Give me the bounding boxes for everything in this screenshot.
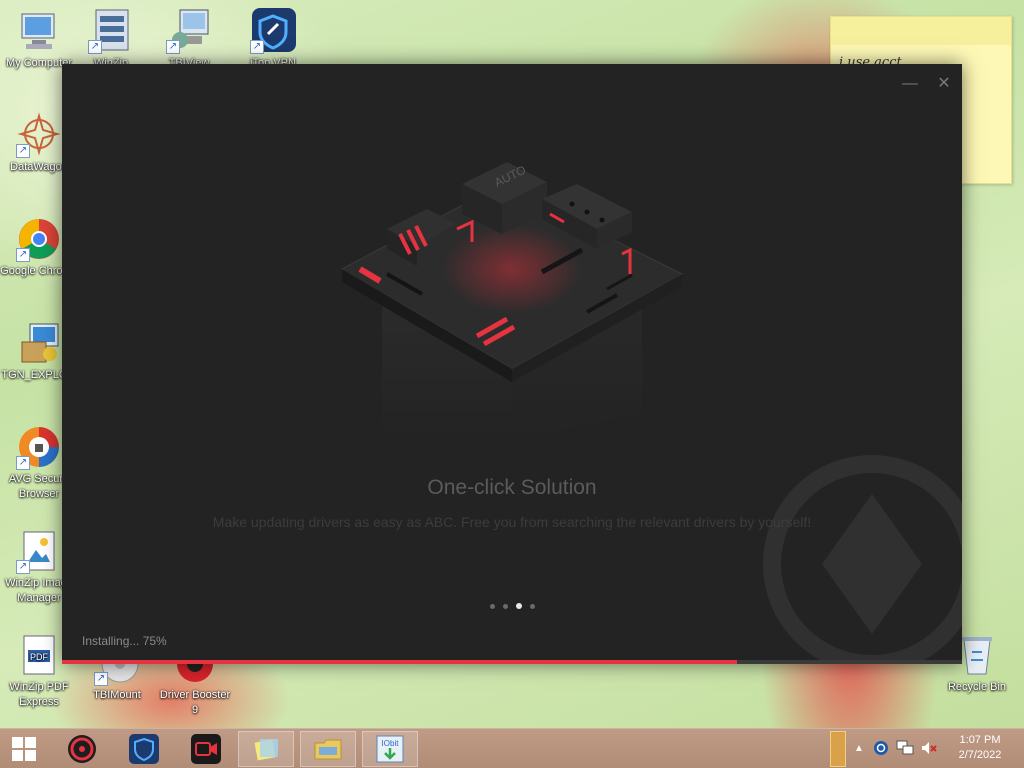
svg-text:IObit: IObit	[382, 739, 400, 748]
avg-browser-icon: ↗	[16, 424, 62, 470]
installer-window: — ✕ AUTO One-click Solution Make updatin…	[62, 64, 962, 664]
winzip-icon: ↗	[88, 8, 134, 54]
close-button[interactable]: ✕	[932, 74, 956, 94]
taskbar-driver-booster[interactable]	[54, 731, 110, 767]
taskbar-clock[interactable]: 1:07 PM 2/7/2022	[948, 733, 1012, 763]
svg-text:PDF: PDF	[30, 652, 49, 662]
desktop-icon-label: Driver Booster 9	[159, 689, 231, 716]
shortcut-arrow-icon: ↗	[88, 40, 102, 54]
shortcut-arrow-icon: ↗	[94, 672, 108, 686]
desktop-icon-label: DataWagon	[10, 161, 68, 173]
carousel-indicator	[62, 603, 962, 609]
sticky-notes-icon	[254, 739, 278, 761]
network-icon	[896, 740, 914, 755]
itop-vpn-icon: ↗	[250, 8, 296, 54]
tray-app-icon[interactable]	[872, 739, 890, 757]
install-status-text: Installing... 75%	[82, 634, 167, 648]
shortcut-arrow-icon: ↗	[16, 456, 30, 470]
install-progress-bar	[62, 660, 962, 664]
slide-description: Make updating drivers as easy as ABC. Fr…	[212, 514, 812, 530]
taskbar-itop-vpn[interactable]	[116, 731, 172, 767]
datawagon-icon: ↗	[16, 112, 62, 158]
close-icon: ✕	[937, 75, 951, 92]
clock-time: 1:07 PM	[959, 734, 1001, 746]
shortcut-arrow-icon: ↗	[16, 560, 30, 574]
sticky-note-titlebar[interactable]	[831, 17, 1011, 45]
desktop-icon-winzip[interactable]: ↗ WinZip	[72, 8, 150, 71]
carousel-dot[interactable]	[502, 604, 508, 609]
tray-volume[interactable]	[920, 739, 938, 757]
volume-muted-icon	[922, 742, 937, 754]
desktop-icon-label: AVG Secure Browser	[8, 473, 70, 500]
taskbar-screen-recorder[interactable]	[178, 731, 234, 767]
install-progress-fill	[62, 660, 737, 664]
tray-network[interactable]	[896, 739, 914, 757]
shortcut-arrow-icon: ↗	[166, 40, 180, 54]
file-explorer-icon	[314, 739, 342, 760]
one-click-illustration: AUTO	[340, 162, 684, 439]
iobit-installer-icon: IObit	[376, 735, 404, 763]
shortcut-arrow-icon: ↗	[16, 248, 30, 262]
tray-show-desktop-notes[interactable]	[830, 731, 846, 767]
tray-overflow-button[interactable]: ▲	[850, 739, 868, 757]
itop-vpn-icon	[129, 734, 159, 764]
start-button[interactable]	[0, 731, 48, 767]
minimize-button[interactable]: —	[898, 74, 922, 94]
installer-package-icon	[16, 320, 62, 366]
taskbar-iobit-installer[interactable]: IObit	[362, 731, 418, 767]
desktop-icon-my-computer[interactable]: My Computer	[0, 8, 78, 71]
taskbar-file-explorer[interactable]	[300, 731, 356, 767]
carousel-dot[interactable]	[529, 604, 535, 609]
chrome-icon: ↗	[16, 216, 62, 262]
shortcut-arrow-icon: ↗	[16, 144, 30, 158]
carousel-dot[interactable]	[489, 604, 495, 609]
taskbar-sticky-notes[interactable]	[238, 731, 294, 767]
driver-booster-icon	[68, 735, 96, 763]
pdf-icon: PDF	[16, 632, 62, 678]
desktop-icon-label: WinZip PDF Express	[9, 681, 69, 708]
computer-icon	[16, 8, 62, 54]
desktop-icon-tbiview[interactable]: ↗ TBIView	[150, 8, 228, 71]
taskbar: IObit ▲ 1:07 PM 2/7/2022	[0, 728, 1024, 768]
desktop-icon-itop-vpn[interactable]: ↗ iTop VPN	[234, 8, 312, 71]
desktop-icon-label: Recycle Bin	[947, 681, 1007, 693]
clock-date: 2/7/2022	[958, 749, 1002, 761]
carousel-dot-active[interactable]	[515, 603, 522, 609]
chevron-up-icon: ▲	[854, 742, 864, 754]
minimize-icon: —	[902, 75, 918, 92]
slide-title: One-click Solution	[427, 476, 597, 499]
tbiview-icon: ↗	[166, 8, 212, 54]
desktop-icon-label: TBIMount	[93, 689, 141, 701]
app-tray-icon	[874, 741, 888, 755]
windows-start-icon	[12, 737, 36, 761]
image-manager-icon: ↗	[16, 528, 62, 574]
shortcut-arrow-icon: ↗	[250, 40, 264, 54]
screen-recorder-icon	[191, 734, 221, 764]
